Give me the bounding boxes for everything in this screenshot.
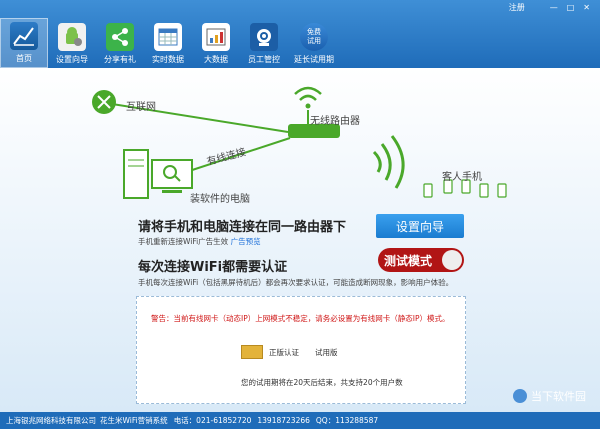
test-mode-label: 测试模式 xyxy=(384,253,433,268)
tab-home[interactable]: 首页 xyxy=(0,18,48,68)
tab-realtime-data-label: 实时数据 xyxy=(152,55,184,64)
tab-big-data-label: 大数据 xyxy=(204,55,228,64)
license-key-icon xyxy=(241,345,263,359)
wifi-signal-icon xyxy=(372,135,405,189)
tab-big-data[interactable]: 大数据 xyxy=(192,18,240,68)
maximize-icon[interactable]: □ xyxy=(567,3,575,12)
chart-icon xyxy=(10,22,38,50)
step2-title: 每次连接WiFi都需要认证 xyxy=(138,260,288,275)
toggle-knob xyxy=(442,250,462,270)
status-qq: QQ：113288587 xyxy=(315,416,379,425)
tab-staff-control[interactable]: 员工管控 xyxy=(240,18,288,68)
trial-expiry-text: 您的试用期将在20天后结束，共支持20个用户数 xyxy=(241,378,403,387)
download-arrow-icon xyxy=(513,389,527,403)
tab-extend-trial-label: 延长试用期 xyxy=(294,55,334,64)
pc-icon xyxy=(123,149,193,199)
tab-share-label: 分享有礼 xyxy=(104,55,136,64)
status-mobile: 13918723266 xyxy=(257,416,310,425)
pc-label: 装软件的电脑 xyxy=(190,194,250,205)
tab-extend-trial[interactable]: 免费 试用 延长试用期 xyxy=(288,18,340,68)
tab-share[interactable]: 分享有礼 xyxy=(96,18,144,68)
test-mode-toggle[interactable]: 测试模式 xyxy=(378,248,464,272)
setup-wizard-button[interactable]: 设置向导 xyxy=(376,214,464,238)
free-trial-badge-line2: 试用 xyxy=(307,37,321,45)
tab-setup-wizard-label: 设置向导 xyxy=(56,55,88,64)
android-gear-icon xyxy=(58,23,86,51)
tab-realtime-data[interactable]: 实时数据 xyxy=(144,18,192,68)
share-icon xyxy=(106,23,134,51)
report-icon xyxy=(202,23,230,51)
free-trial-badge-icon: 免费 试用 xyxy=(300,23,328,51)
status-company: 上海银兆网络科技有限公司 xyxy=(6,416,96,425)
window-controls: 注册 — □ ✕ xyxy=(500,0,590,14)
table-icon xyxy=(154,23,182,51)
main-toolbar: 首页 设置向导 分享有礼 实时数据 大数据 员工管控 免费 试用 延长试用期 xyxy=(0,18,340,68)
tab-staff-control-label: 员工管控 xyxy=(248,55,280,64)
camera-icon xyxy=(250,23,278,51)
step2-desc: 手机每次连接WiFi（包括黑屏待机后）都会再次要求认证，可能造成断网现象，影响用… xyxy=(138,278,454,287)
watermark: 当下软件园 xyxy=(513,388,586,404)
status-product: 花生米WiFi营销系统 xyxy=(100,416,168,425)
status-bar: 上海银兆网络科技有限公司 花生米WiFi营销系统 电话：021-61852720… xyxy=(0,412,600,429)
status-phone: 电话：021-61852720 xyxy=(173,416,252,425)
step1-title: 请将手机和电脑连接在同一路由器下 xyxy=(138,220,347,235)
network-diagram xyxy=(92,86,507,199)
free-trial-badge-line1: 免费 xyxy=(307,28,321,36)
trial-label: 试用版 xyxy=(315,347,338,357)
register-link[interactable]: 注册 xyxy=(509,2,525,13)
minimize-icon[interactable]: — xyxy=(550,3,558,12)
router-label: 无线路由器 xyxy=(310,116,360,127)
tab-setup-wizard[interactable]: 设置向导 xyxy=(48,18,96,68)
activate-link[interactable]: 正版认证 xyxy=(269,347,299,358)
title-bar: 注册 — □ ✕ 首页 设置向导 分享有礼 实时数据 大数据 员工管控 免费 试… xyxy=(0,0,600,68)
close-icon[interactable]: ✕ xyxy=(583,3,590,12)
step1-desc: 手机重新连接WiFi广告生效 广告预览 xyxy=(138,236,261,247)
main-content: 互联网 无线路由器 有线连接 装软件的电脑 客人手机 请将手机和电脑连接在同一路… xyxy=(0,68,600,412)
guest-phones-label: 客人手机 xyxy=(442,172,482,183)
info-panel: 警告：当前有线网卡（动态IP）上网模式不稳定，请务必设置为有线网卡（静态IP）模… xyxy=(136,296,466,404)
warning-text: 警告：当前有线网卡（动态IP）上网模式不稳定，请务必设置为有线网卡（静态IP）模… xyxy=(151,314,450,323)
ad-preview-link[interactable]: 广告预览 xyxy=(231,237,261,246)
internet-label: 互联网 xyxy=(126,102,156,113)
watermark-text: 当下软件园 xyxy=(531,390,586,403)
step1-desc-text: 手机重新连接WiFi广告生效 xyxy=(138,237,229,246)
tab-home-label: 首页 xyxy=(16,54,32,63)
activate-row: 正版认证 试用版 xyxy=(241,345,338,359)
